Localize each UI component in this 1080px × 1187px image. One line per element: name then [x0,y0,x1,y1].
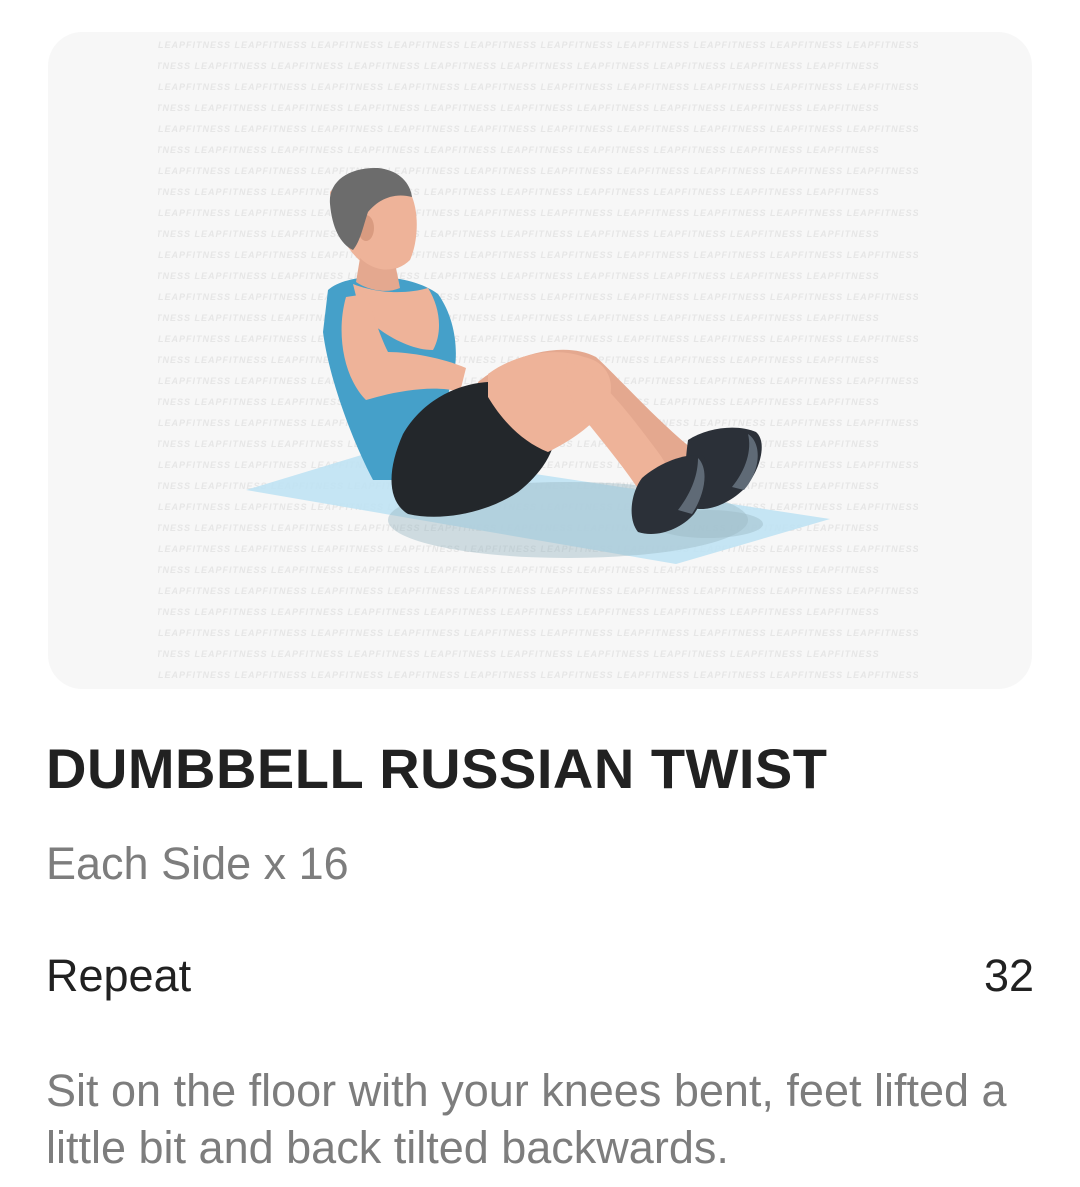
exercise-title: DUMBBELL RUSSIAN TWIST [46,737,828,800]
exercise-illustration: LEAPFITNESS LEAPFITNESS LEAPFITNESS LEAP… [48,32,1032,689]
reps-subtitle: Each Side x 16 [46,838,349,889]
exercise-description: Sit on the floor with your knees bent, f… [46,1065,1007,1173]
repeat-row: Repeat 32 [46,950,1034,1006]
repeat-label: Repeat [46,950,192,1001]
repeat-value: 32 [983,950,1034,1001]
person-russian-twist-icon [246,167,830,564]
